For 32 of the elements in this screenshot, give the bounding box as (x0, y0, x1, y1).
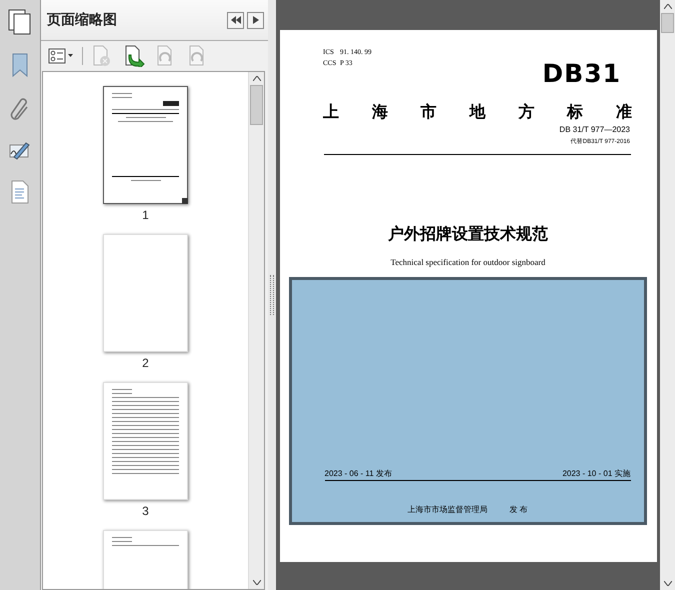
standard-logo: DB31 (542, 59, 621, 88)
standard-number: DB 31/T 977—2023 (559, 125, 630, 134)
publish-date: 2023 - 06 - 11 发布 (324, 468, 392, 479)
page-number: 2 (142, 356, 149, 370)
scroll-up-icon[interactable] (664, 4, 672, 9)
pages-icon[interactable] (7, 8, 33, 36)
scroll-down-icon[interactable] (664, 581, 672, 586)
scroll-thumb[interactable] (250, 85, 263, 125)
double-arrow-left-icon (230, 16, 240, 24)
page-thumbnail[interactable] (103, 86, 188, 204)
bookmark-icon[interactable] (10, 52, 30, 78)
splitter-handle[interactable] (270, 275, 274, 315)
document-icon[interactable] (10, 180, 30, 204)
arrow-right-icon (252, 16, 258, 24)
issuing-category: 上海市地方标准 (323, 102, 632, 123)
scroll-down-icon[interactable] (252, 580, 260, 585)
options-button[interactable] (46, 48, 76, 64)
issuer-name: 上海市市场监督管理局 (407, 504, 488, 515)
expand-button[interactable] (247, 12, 264, 28)
scrollbar[interactable] (248, 72, 264, 589)
document-title: 户外招牌设置技术规范 (387, 224, 549, 245)
panel-title: 页面缩略图 (47, 11, 117, 29)
effective-date: 2023 - 10 - 01 实施 (562, 468, 630, 479)
collapse-button[interactable] (227, 12, 244, 28)
scroll-thumb[interactable] (661, 13, 674, 33)
scrollbar[interactable] (660, 0, 675, 590)
signature-icon[interactable] (8, 140, 32, 162)
page-number: 3 (142, 504, 149, 518)
page-number: 1 (142, 208, 149, 222)
issuer-action: 发 布 (509, 504, 528, 515)
document-subtitle: Technical specification for outdoor signboard (390, 257, 546, 267)
scroll-up-icon[interactable] (252, 76, 260, 81)
